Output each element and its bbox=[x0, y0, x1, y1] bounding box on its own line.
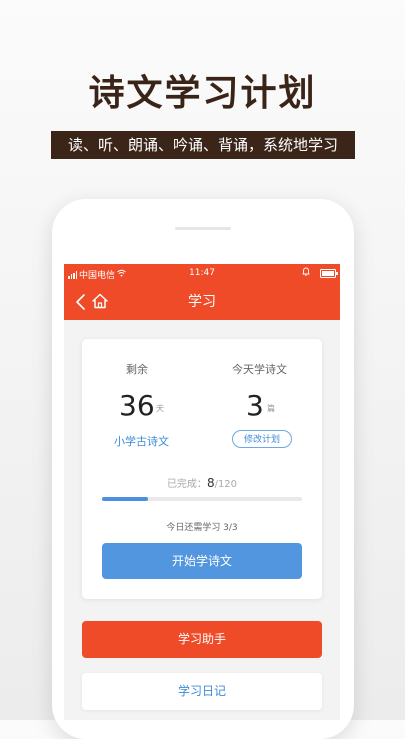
promo-title: 诗文学习计划 bbox=[88, 73, 317, 114]
remaining-unit: 天 bbox=[156, 404, 164, 413]
alarm-icon bbox=[302, 267, 310, 279]
total-value: /120 bbox=[214, 479, 238, 490]
progress-fill bbox=[102, 497, 149, 501]
status-time: 11:47 bbox=[189, 268, 215, 278]
today-value: 3 bbox=[246, 389, 264, 422]
today-label: 今天学诗文 bbox=[232, 363, 287, 376]
study-plan-card: 剩余 今天学诗文 36 天 3 篇 小学古诗文 修改计划 已完成：8/120 今… bbox=[82, 339, 322, 599]
page-title: 学习 bbox=[188, 294, 216, 310]
study-assistant-button[interactable]: 学习助手 bbox=[82, 621, 322, 658]
completed-label: 已完成： bbox=[166, 479, 207, 490]
progress-bar bbox=[102, 497, 302, 501]
course-name-link[interactable]: 小学古诗文 bbox=[114, 433, 169, 449]
start-study-button[interactable]: 开始学诗文 bbox=[102, 543, 302, 579]
modify-plan-button[interactable]: 修改计划 bbox=[232, 430, 292, 448]
battery-icon bbox=[320, 268, 338, 278]
app-header: 中国电信 11:47 学习 bbox=[64, 264, 340, 320]
nav-bar: 学习 bbox=[64, 284, 340, 320]
progress-text: 已完成：8/120 bbox=[82, 475, 322, 490]
app-screen: 中国电信 11:47 学习 剩余 今天学诗文 36 天 3 篇 小学古诗文 修改… bbox=[64, 264, 340, 720]
status-right bbox=[302, 267, 338, 279]
remaining-value: 36 bbox=[119, 389, 155, 422]
completed-value: 8 bbox=[206, 476, 215, 490]
phone-speaker bbox=[175, 227, 231, 230]
remaining-label: 剩余 bbox=[126, 363, 148, 376]
promo-subtitle: 读、听、朗诵、吟诵、背诵，系统地学习 bbox=[51, 131, 355, 159]
status-bar: 中国电信 11:47 bbox=[64, 264, 340, 284]
today-unit: 篇 bbox=[267, 404, 275, 413]
today-remaining-text: 今日还需学习 3/3 bbox=[166, 523, 238, 533]
study-diary-button[interactable]: 学习日记 bbox=[82, 673, 322, 710]
